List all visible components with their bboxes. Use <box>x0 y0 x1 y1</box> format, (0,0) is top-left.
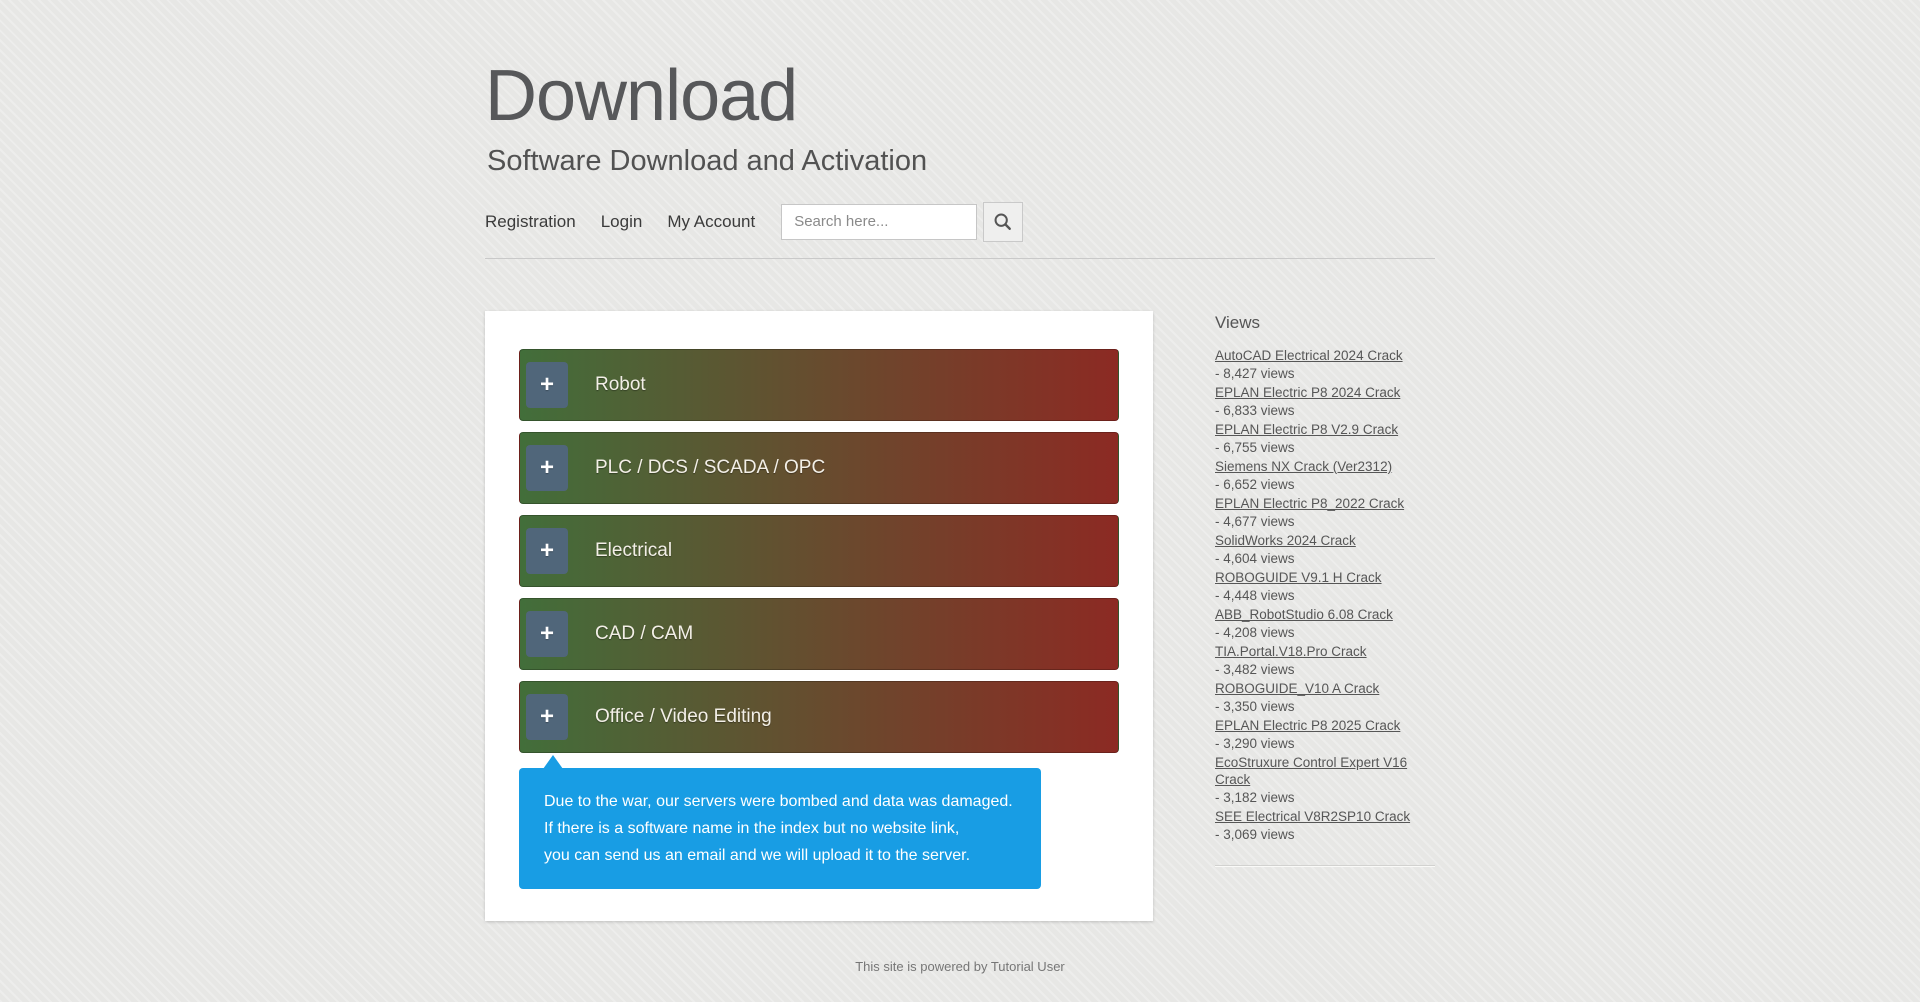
sidebar-views-count: - 3,482 views <box>1215 661 1435 678</box>
search-input[interactable] <box>781 204 977 240</box>
sidebar-link[interactable]: ROBOGUIDE_V10 A Crack <box>1215 680 1379 697</box>
plus-icon: + <box>540 622 554 646</box>
sidebar-link[interactable]: EPLAN Electric P8 V2.9 Crack <box>1215 421 1398 438</box>
sidebar-divider <box>1215 865 1435 867</box>
site-footer: This site is powered by Tutorial User <box>485 959 1435 1002</box>
sidebar-link[interactable]: SolidWorks 2024 Crack <box>1215 532 1356 549</box>
notice-line: you can send us an email and we will upl… <box>544 842 1016 869</box>
sidebar-entry: ABB_RobotStudio 6.08 Crack - 4,208 views <box>1215 606 1435 641</box>
accordion-item-plc-dcs-scada-opc[interactable]: + PLC / DCS / SCADA / OPC <box>519 432 1119 504</box>
sidebar-list: AutoCAD Electrical 2024 Crack - 8,427 vi… <box>1215 347 1435 843</box>
sidebar-views-count: - 4,208 views <box>1215 624 1435 641</box>
sidebar-entry: EPLAN Electric P8_2022 Crack - 4,677 vie… <box>1215 495 1435 530</box>
main-content-row: + Robot + PLC / DCS / SCADA / OPC + Elec… <box>485 311 1435 921</box>
sidebar-link[interactable]: EPLAN Electric P8 2024 Crack <box>1215 384 1400 401</box>
accordion-expand-button[interactable]: + <box>526 694 568 740</box>
page-tagline: Software Download and Activation <box>487 146 1435 178</box>
accordion-expand-button[interactable]: + <box>526 445 568 491</box>
footer-text: This site is powered by Tutorial User <box>855 959 1065 974</box>
plus-icon: + <box>540 456 554 480</box>
sidebar-views-count: - 8,427 views <box>1215 365 1435 382</box>
search-form <box>781 202 1023 242</box>
nav-link-registration[interactable]: Registration <box>485 212 576 232</box>
sidebar-views-count: - 6,833 views <box>1215 402 1435 419</box>
plus-icon: + <box>540 705 554 729</box>
accordion-label: PLC / DCS / SCADA / OPC <box>595 457 825 479</box>
sidebar-entry: ROBOGUIDE_V10 A Crack - 3,350 views <box>1215 680 1435 715</box>
search-icon <box>993 212 1013 232</box>
sidebar-entry: EPLAN Electric P8 2024 Crack - 6,833 vie… <box>1215 384 1435 419</box>
sidebar-views-count: - 3,290 views <box>1215 735 1435 752</box>
accordion-label: Robot <box>595 374 646 396</box>
sidebar-link[interactable]: Siemens NX Crack (Ver2312) <box>1215 458 1392 475</box>
views-sidebar: Views AutoCAD Electrical 2024 Crack - 8,… <box>1215 311 1435 867</box>
notice-line: Due to the war, our servers were bombed … <box>544 788 1016 815</box>
accordion-label: Office / Video Editing <box>595 706 772 728</box>
sidebar-link[interactable]: AutoCAD Electrical 2024 Crack <box>1215 347 1403 364</box>
nav-link-my-account[interactable]: My Account <box>667 212 755 232</box>
sidebar-entry: Siemens NX Crack (Ver2312) - 6,652 views <box>1215 458 1435 493</box>
sidebar-link[interactable]: TIA.Portal.V18.Pro Crack <box>1215 643 1367 660</box>
sidebar-views-count: - 3,350 views <box>1215 698 1435 715</box>
sidebar-views-count: - 6,755 views <box>1215 439 1435 456</box>
sidebar-views-count: - 3,069 views <box>1215 826 1435 843</box>
sidebar-link[interactable]: EcoStruxure Control Expert V16 Crack <box>1215 754 1435 788</box>
notice-line: If there is a software name in the index… <box>544 815 1016 842</box>
sidebar-entry: EPLAN Electric P8 V2.9 Crack - 6,755 vie… <box>1215 421 1435 456</box>
page-container: Download Software Download and Activatio… <box>485 0 1435 1002</box>
accordion-expand-button[interactable]: + <box>526 611 568 657</box>
header-divider <box>485 258 1435 259</box>
sidebar-entry: SEE Electrical V8R2SP10 Crack - 3,069 vi… <box>1215 808 1435 843</box>
sidebar-link[interactable]: EPLAN Electric P8_2022 Crack <box>1215 495 1404 512</box>
search-button[interactable] <box>983 202 1023 242</box>
accordion-expand-button[interactable]: + <box>526 362 568 408</box>
content-card: + Robot + PLC / DCS / SCADA / OPC + Elec… <box>485 311 1153 921</box>
accordion-item-robot[interactable]: + Robot <box>519 349 1119 421</box>
sidebar-views-count: - 6,652 views <box>1215 476 1435 493</box>
nav-link-login[interactable]: Login <box>601 212 643 232</box>
sidebar-link[interactable]: SEE Electrical V8R2SP10 Crack <box>1215 808 1410 825</box>
sidebar-views-count: - 4,604 views <box>1215 550 1435 567</box>
site-header: Download Software Download and Activatio… <box>485 60 1435 259</box>
accordion-label: CAD / CAM <box>595 623 693 645</box>
sidebar-entry: TIA.Portal.V18.Pro Crack - 3,482 views <box>1215 643 1435 678</box>
sidebar-entry: ROBOGUIDE V9.1 H Crack - 4,448 views <box>1215 569 1435 604</box>
sidebar-views-count: - 4,448 views <box>1215 587 1435 604</box>
accordion-expand-button[interactable]: + <box>526 528 568 574</box>
sidebar-link[interactable]: ABB_RobotStudio 6.08 Crack <box>1215 606 1393 623</box>
notice-pointer <box>543 755 563 769</box>
sidebar-views-count: - 4,677 views <box>1215 513 1435 530</box>
accordion-item-electrical[interactable]: + Electrical <box>519 515 1119 587</box>
sidebar-link[interactable]: EPLAN Electric P8 2025 Crack <box>1215 717 1400 734</box>
plus-icon: + <box>540 539 554 563</box>
accordion-item-cad-cam[interactable]: + CAD / CAM <box>519 598 1119 670</box>
accordion-item-office-video-editing[interactable]: + Office / Video Editing <box>519 681 1119 753</box>
sidebar-entry: AutoCAD Electrical 2024 Crack - 8,427 vi… <box>1215 347 1435 382</box>
sidebar-title: Views <box>1215 313 1435 333</box>
sidebar-link[interactable]: ROBOGUIDE V9.1 H Crack <box>1215 569 1382 586</box>
header-nav-row: Registration Login My Account <box>485 202 1435 242</box>
accordion-label: Electrical <box>595 540 672 562</box>
sidebar-entry: SolidWorks 2024 Crack - 4,604 views <box>1215 532 1435 567</box>
page-title: Download <box>485 60 1435 132</box>
plus-icon: + <box>540 373 554 397</box>
sidebar-views-count: - 3,182 views <box>1215 789 1435 806</box>
sidebar-entry: EcoStruxure Control Expert V16 Crack - 3… <box>1215 754 1435 806</box>
notice-box: Due to the war, our servers were bombed … <box>519 768 1041 889</box>
sidebar-entry: EPLAN Electric P8 2025 Crack - 3,290 vie… <box>1215 717 1435 752</box>
